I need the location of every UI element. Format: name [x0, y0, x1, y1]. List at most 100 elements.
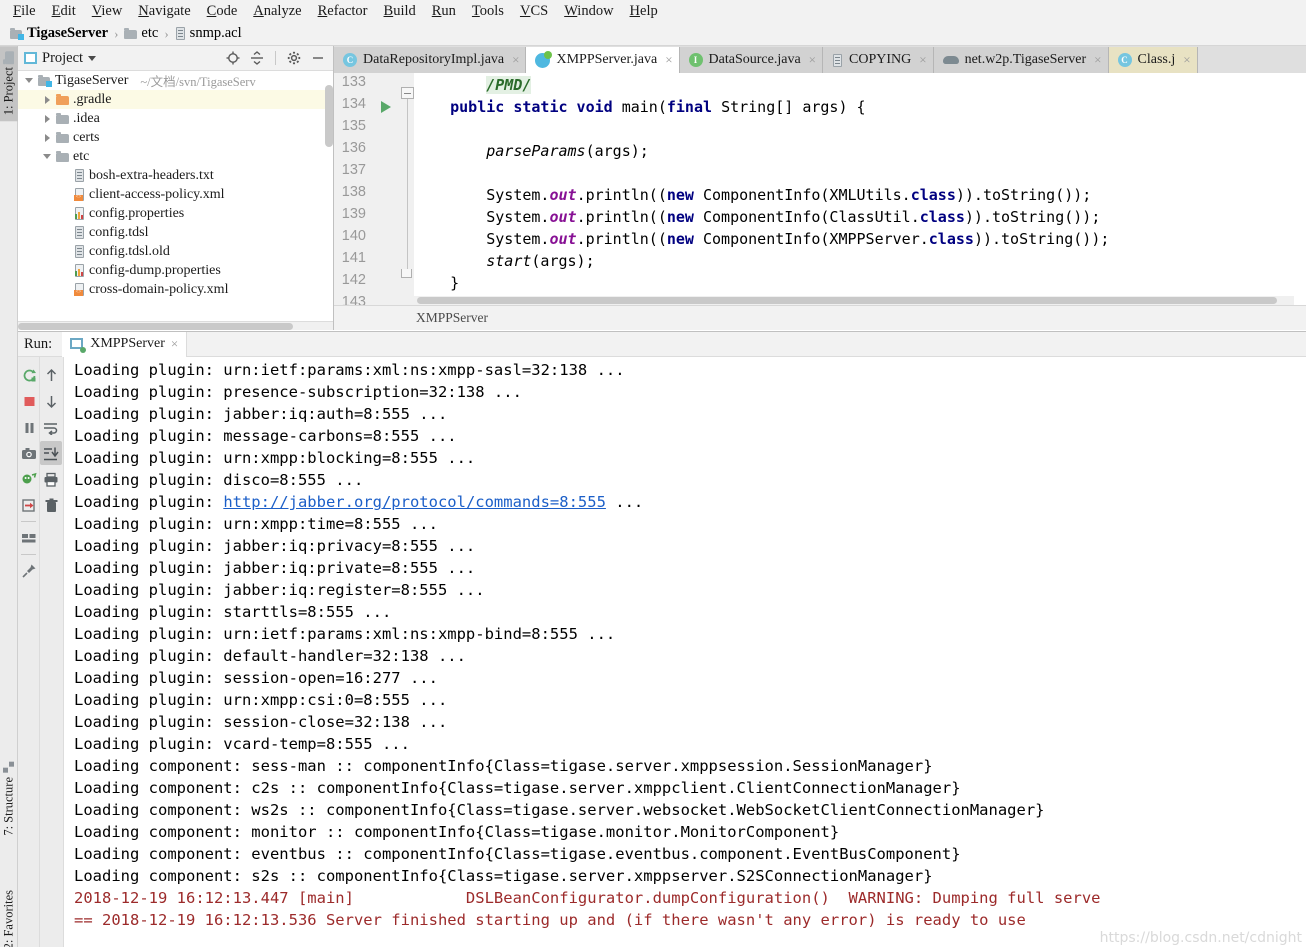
- tree-node[interactable]: config-dump.properties: [18, 261, 333, 280]
- pin-icon[interactable]: [18, 559, 40, 583]
- layout-icon[interactable]: [18, 526, 40, 550]
- menu-item-analyze[interactable]: Analyze: [245, 3, 309, 20]
- run-tab-xmppserver[interactable]: XMPPServer ×: [62, 331, 188, 357]
- code-token: .println((: [576, 186, 667, 204]
- menu-item-code[interactable]: Code: [199, 3, 246, 20]
- breadcrumb-separator: ›: [114, 25, 119, 41]
- code-token: class: [928, 230, 974, 248]
- menu-item-window[interactable]: Window: [556, 3, 621, 20]
- sidebar-tab-project[interactable]: 1: Project: [0, 46, 18, 122]
- close-icon[interactable]: ×: [807, 52, 816, 68]
- stop-icon[interactable]: [18, 389, 40, 413]
- sidebar-tab-structure[interactable]: 7: Structure: [0, 756, 18, 842]
- chevron-right-icon[interactable]: [42, 114, 52, 123]
- menu-item-view[interactable]: View: [84, 3, 131, 20]
- tree-node[interactable]: .gradle: [18, 90, 333, 109]
- editor-tab-datasource-java[interactable]: I DataSource.java ×: [679, 47, 824, 73]
- editor-tab-label: DataRepositoryImpl.java: [363, 52, 505, 67]
- print-icon[interactable]: [40, 467, 62, 491]
- tree-node[interactable]: TigaseServer ~/文档/svn/TigaseServ: [18, 71, 333, 90]
- tree-node[interactable]: config.tdsl: [18, 223, 333, 242]
- close-icon[interactable]: ×: [171, 336, 178, 352]
- tree-node[interactable]: <> cross-domain-policy.xml: [18, 280, 333, 299]
- run-gutter-icon[interactable]: [381, 101, 391, 113]
- fold-marker-icon[interactable]: [401, 87, 414, 99]
- menu-item-file[interactable]: File: [5, 3, 44, 20]
- up-arrow-icon[interactable]: [40, 363, 62, 387]
- export-icon[interactable]: [18, 493, 40, 517]
- menu-item-navigate[interactable]: Navigate: [130, 3, 198, 20]
- code-line: System.out.println((new ComponentInfo(XM…: [414, 228, 1306, 250]
- console-output[interactable]: Loading plugin: urn:ietf:params:xml:ns:x…: [64, 357, 1306, 947]
- console-link[interactable]: http://jabber.org/protocol/commands=8:55…: [223, 493, 606, 511]
- thread-dump-icon[interactable]: [18, 467, 40, 491]
- tree-horizontal-scrollbar[interactable]: [18, 321, 333, 330]
- hide-panel-icon[interactable]: [309, 49, 327, 67]
- collapse-all-icon[interactable]: [248, 49, 266, 67]
- tree-node[interactable]: config.tdsl.old: [18, 242, 333, 261]
- down-arrow-icon[interactable]: [40, 389, 62, 413]
- code-token: .println((: [576, 230, 667, 248]
- code-text[interactable]: /PMD/ public static void main(final Stri…: [414, 73, 1306, 305]
- menu-mnemonic: R: [317, 2, 328, 19]
- rerun-icon[interactable]: [18, 363, 40, 387]
- editor-tab-label: COPYING: [849, 52, 912, 67]
- editor-gutter[interactable]: 133 134 135 136 137 138 139 140 141 142 143: [334, 73, 414, 305]
- close-icon[interactable]: ×: [1092, 52, 1101, 68]
- tree-node[interactable]: bosh-extra-headers.txt: [18, 166, 333, 185]
- chevron-down-icon[interactable]: [42, 154, 52, 159]
- editor-tab-net-w2p-tigaseserver[interactable]: net.w2p.TigaseServer ×: [933, 47, 1109, 73]
- project-panel-title-group[interactable]: Project: [24, 50, 97, 67]
- tree-vertical-scrollbar[interactable]: [325, 85, 333, 147]
- tree-node[interactable]: etc: [18, 147, 333, 166]
- editor-tab-xmppserver-java[interactable]: XMPPServer.java ×: [526, 47, 680, 73]
- pause-icon[interactable]: [18, 415, 40, 439]
- close-icon[interactable]: ×: [510, 52, 519, 68]
- trash-icon[interactable]: [40, 493, 62, 517]
- menu-item-vcs[interactable]: VCS: [512, 3, 556, 20]
- editor-tab-class-j[interactable]: C Class.j ×: [1108, 47, 1198, 73]
- console-text: Loading plugin: default-handler=32:138 .…: [74, 647, 466, 665]
- editor-horizontal-scrollbar[interactable]: [414, 296, 1294, 305]
- locate-icon[interactable]: [224, 49, 242, 67]
- scroll-to-end-icon[interactable]: [40, 441, 62, 465]
- soft-wrap-icon[interactable]: [40, 415, 62, 439]
- chevron-down-icon[interactable]: [24, 78, 34, 83]
- camera-icon[interactable]: [18, 441, 40, 465]
- breadcrumb-item-tigaseserver[interactable]: TigaseServer: [6, 24, 112, 43]
- code-editor[interactable]: 133 134 135 136 137 138 139 140 141 142 143 /PMD/ …: [334, 73, 1306, 305]
- menu-item-tools[interactable]: Tools: [464, 3, 512, 20]
- menu-item-run[interactable]: Run: [424, 3, 464, 20]
- tree-node[interactable]: config.properties: [18, 204, 333, 223]
- code-token: out: [549, 230, 577, 248]
- breadcrumb-item-etc[interactable]: etc: [120, 24, 162, 43]
- editor-tab-copying[interactable]: COPYING ×: [823, 47, 934, 73]
- close-icon[interactable]: ×: [917, 52, 926, 68]
- console-vertical-scrollbar[interactable]: [1296, 357, 1306, 947]
- menu-item-label: CS: [530, 2, 549, 19]
- chevron-right-icon[interactable]: [42, 133, 52, 142]
- code-token: ComponentInfo(XMPPServer.: [703, 230, 929, 248]
- console-line: Loading plugin: urn:ietf:params:xml:ns:x…: [74, 623, 1306, 645]
- menu-item-build[interactable]: Build: [376, 3, 424, 20]
- chevron-down-icon[interactable]: [88, 55, 97, 61]
- console-text: Loading component: eventbus :: component…: [74, 845, 961, 863]
- editor-tab-datarepositoryimpl-java[interactable]: C DataRepositoryImpl.java ×: [334, 47, 527, 73]
- sidebar-tab-favorites[interactable]: 2: Favorites: [0, 884, 18, 947]
- project-tree[interactable]: TigaseServer ~/文档/svn/TigaseServ .gradle .i…: [18, 71, 333, 321]
- tree-node[interactable]: certs: [18, 128, 333, 147]
- chevron-right-icon[interactable]: [42, 95, 52, 104]
- breadcrumb-item-snmp-acl[interactable]: snmp.acl: [171, 24, 246, 43]
- tree-node[interactable]: <> client-access-policy.xml: [18, 185, 333, 204]
- tree-node[interactable]: .idea: [18, 109, 333, 128]
- menu-item-help[interactable]: Help: [622, 3, 666, 20]
- close-icon[interactable]: ×: [1181, 52, 1190, 68]
- menu-item-label: uild: [393, 2, 416, 19]
- console-line: Loading plugin: vcard-temp=8:555 ...: [74, 733, 1306, 755]
- gear-icon[interactable]: [285, 49, 303, 67]
- editor-breadcrumb[interactable]: XMPPServer: [334, 305, 1306, 330]
- menu-item-refactor[interactable]: Refactor: [310, 3, 376, 20]
- close-icon[interactable]: ×: [663, 52, 672, 68]
- menu-item-edit[interactable]: Edit: [44, 3, 84, 20]
- menu-mnemonic: F: [13, 2, 22, 19]
